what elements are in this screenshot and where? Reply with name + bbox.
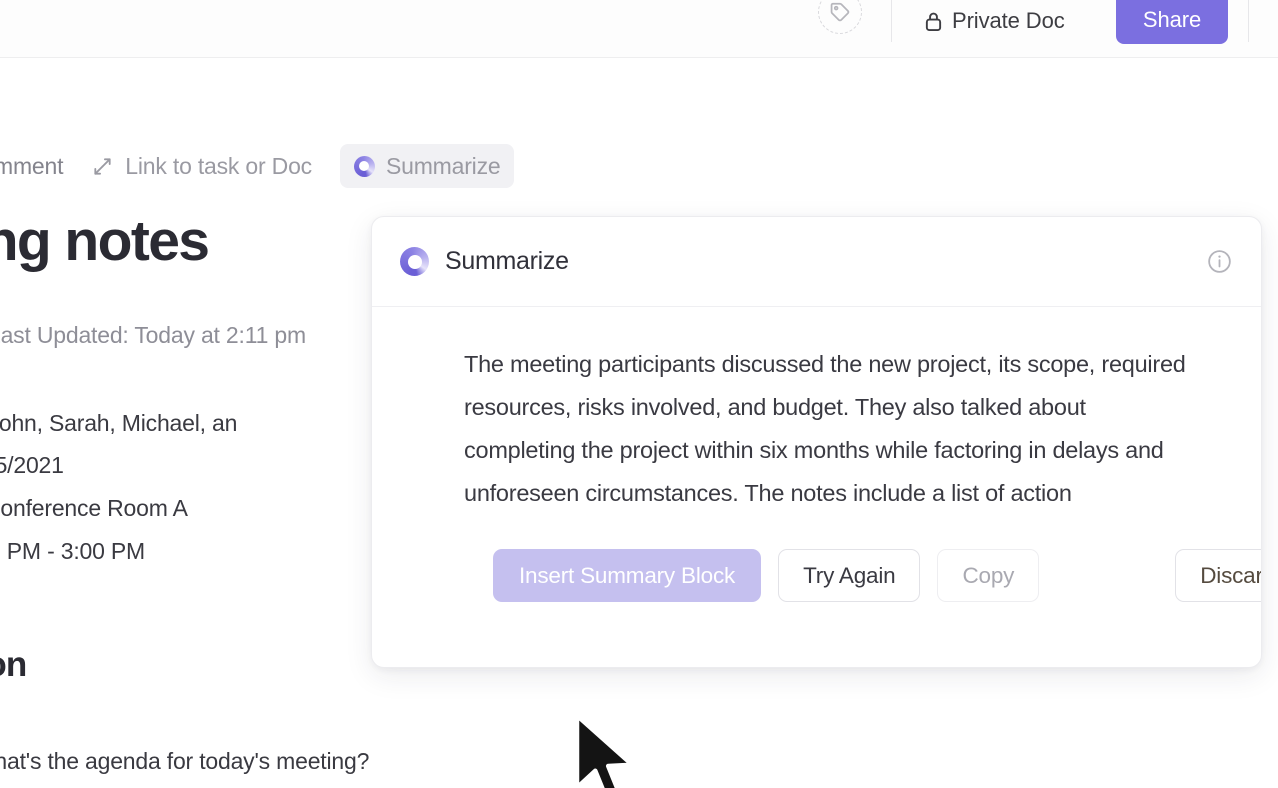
- conversation-heading: rsation: [0, 645, 27, 684]
- info-circle-icon[interactable]: [1205, 248, 1233, 276]
- page-title: eting notes: [0, 209, 210, 273]
- document-content: eting notes Last Updated: Today at 2:11 …: [0, 0, 430, 788]
- participants-value: John, Sarah, Michael, an: [0, 410, 238, 436]
- summarize-modal: Summarize The meeting participants discu…: [371, 216, 1262, 668]
- last-updated-text: Last Updated: Today at 2:11 pm: [0, 322, 306, 348]
- participants-line: nts: John, Sarah, Michael, an: [0, 410, 237, 437]
- discard-button[interactable]: Discard: [1175, 549, 1261, 602]
- private-doc-button[interactable]: Private Doc: [924, 4, 1065, 38]
- share-button[interactable]: Share: [1116, 0, 1228, 44]
- summarize-modal-actions: Insert Summary Block Try Again Copy Disc…: [464, 515, 1261, 602]
- ai-sparkle-ring-icon: [400, 247, 429, 276]
- toolbar-divider-right: [1248, 0, 1249, 42]
- summarize-modal-title: Summarize: [445, 247, 569, 275]
- summarize-modal-header: Summarize: [372, 217, 1261, 307]
- lock-icon: [924, 10, 943, 33]
- try-again-button[interactable]: Try Again: [778, 549, 921, 602]
- app-screen: Private Doc Share mment Link to task or …: [0, 0, 1278, 788]
- toolbar-divider: [891, 0, 892, 42]
- tag-icon: [829, 1, 851, 23]
- private-doc-label: Private Doc: [952, 8, 1065, 33]
- mouse-pointer: [568, 712, 646, 788]
- meeting-date-line: 15/2021: [0, 452, 64, 478]
- chat-message-line: what's the agenda for today's meeting?: [0, 748, 370, 774]
- meeting-time-line: 0 PM - 3:00 PM: [0, 538, 145, 564]
- insert-summary-block-button[interactable]: Insert Summary Block: [493, 549, 762, 602]
- summarize-modal-body: The meeting participants discussed the n…: [372, 307, 1261, 602]
- summarize-modal-title-group: Summarize: [400, 247, 569, 276]
- copy-button[interactable]: Copy: [937, 549, 1040, 602]
- meeting-location-line: Conference Room A: [0, 495, 188, 521]
- summary-text: The meeting participants discussed the n…: [464, 351, 1186, 506]
- tag-button[interactable]: [818, 0, 862, 34]
